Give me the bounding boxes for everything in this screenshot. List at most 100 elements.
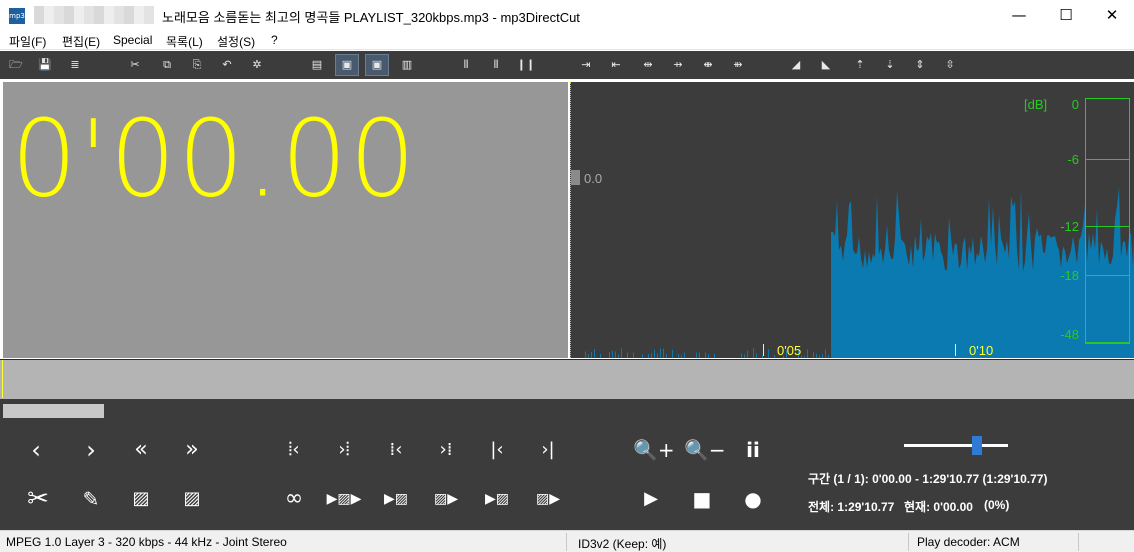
nudge-left-icon[interactable]: ‹	[18, 435, 54, 465]
pencil-icon[interactable]: ✎	[73, 484, 109, 514]
save-icon[interactable]: 💾	[34, 55, 56, 75]
status-divider	[908, 533, 909, 551]
undo-icon[interactable]: ↶	[216, 55, 238, 75]
play-icon[interactable]: ▶	[633, 484, 669, 514]
waveform-sample	[588, 354, 589, 358]
menu-settings[interactable]: 설정(S)	[217, 33, 255, 50]
select-start-right-icon[interactable]: ›⦙	[326, 435, 362, 465]
pause-marker-icon[interactable]: ❙❙	[515, 55, 537, 75]
minimize-button[interactable]: —	[996, 0, 1042, 30]
go-start-icon[interactable]: |‹	[479, 435, 515, 465]
maximize-button[interactable]: ☐	[1043, 0, 1089, 30]
timeline-caret[interactable]	[2, 360, 3, 398]
volume-down-icon[interactable]: ⇣	[879, 55, 901, 75]
menu-help[interactable]: ?	[271, 33, 278, 47]
decoder-info: Play decoder: ACM	[917, 535, 1020, 549]
stop-icon[interactable]: ■	[684, 484, 720, 514]
play-to-marker-icon[interactable]: ▶▨	[378, 484, 414, 514]
marker-jump-icon[interactable]: ⇸	[667, 55, 689, 75]
cut-icon[interactable]: ✂	[124, 55, 146, 75]
copy-icon[interactable]: ⧉	[156, 55, 178, 75]
menu-edit[interactable]: 편집(E)	[62, 33, 100, 50]
zoom-in-icon[interactable]: 🔍+	[633, 435, 675, 465]
menu-special[interactable]: Special	[113, 33, 152, 47]
open-folder-icon[interactable]: 🗁	[5, 55, 27, 75]
normalize-icon[interactable]: ⇕	[909, 55, 931, 75]
play-selection-icon[interactable]: ▶▨▶	[326, 484, 362, 514]
select-end-right-icon[interactable]: ›⁞	[428, 435, 464, 465]
page-icon[interactable]: ▤	[306, 55, 328, 75]
play-from-marker-icon[interactable]: ▨▶	[428, 484, 464, 514]
waveform-sample	[744, 354, 745, 358]
save-list-icon[interactable]: ≣	[64, 55, 86, 75]
waveform-sample	[822, 354, 823, 358]
split-all-icon[interactable]: ⦀	[455, 55, 477, 75]
marker-prev-icon[interactable]: ⇥	[575, 55, 597, 75]
level-label: 0.0	[584, 171, 603, 186]
waveform-sample	[747, 350, 748, 358]
waveform-sample	[774, 354, 775, 358]
rewind-icon[interactable]: «	[123, 435, 159, 465]
waveform-sample	[807, 349, 808, 358]
blurred-path	[34, 6, 154, 24]
close-button[interactable]: ✕	[1089, 0, 1134, 30]
time-display-panel: 0'00.00	[3, 82, 568, 358]
play-after-icon[interactable]: ▨▶	[530, 484, 566, 514]
settings-gear-icon[interactable]: ✲	[246, 55, 268, 75]
horizontal-scroll-thumb[interactable]	[3, 404, 104, 418]
waveform-sample	[609, 352, 610, 358]
crossfade-icon[interactable]: ⇳	[939, 55, 961, 75]
page-lines-icon[interactable]: ▥	[396, 55, 418, 75]
fade-out-icon[interactable]: ◣	[815, 55, 837, 75]
select-end-left-icon[interactable]: ⁞‹	[378, 435, 414, 465]
selection-hatch-alt-icon[interactable]: ▨	[174, 484, 210, 514]
paste-icon[interactable]: ⎘	[186, 55, 208, 75]
play-end-icon[interactable]: ▶▨	[479, 484, 515, 514]
marker-set-icon[interactable]: ⇹	[637, 55, 659, 75]
volume-slider-thumb[interactable]	[972, 436, 982, 455]
go-end-icon[interactable]: ›|	[530, 435, 566, 465]
status-divider	[566, 533, 567, 551]
level-marker[interactable]	[571, 170, 580, 185]
page-one-icon[interactable]: ▣	[335, 54, 359, 76]
waveform-sample	[600, 353, 601, 358]
selection-range-text: 구간 (1 / 1): 0'00.00 - 1:29'10.77 (1:29'1…	[808, 472, 1048, 486]
window-title: 노래모음 소름돋는 최고의 명곡들 PLAYLIST_320kbps.mp3 -…	[162, 10, 580, 25]
menu-file[interactable]: 파일(F)	[9, 33, 46, 50]
waveform-sample	[594, 348, 595, 358]
db-scale-label: -6	[1067, 152, 1079, 167]
tag-info: ID3v2 (Keep: 예)	[578, 537, 667, 551]
volume-up-icon[interactable]: ⇡	[849, 55, 871, 75]
waveform-panel[interactable]: 0.0 0'05 0'10 [dB] 0 -6 -12 -18 -48	[570, 82, 1134, 358]
marker-next-icon[interactable]: ⇤	[605, 55, 627, 75]
meter-gridline	[1086, 342, 1129, 343]
fade-in-icon[interactable]: ◢	[785, 55, 807, 75]
db-scale-label: -48	[1060, 327, 1079, 342]
waveform-sample	[804, 355, 805, 358]
loop-icon[interactable]: ∞	[276, 484, 312, 514]
time-tick	[763, 344, 764, 356]
time-tick	[955, 344, 956, 356]
selection-hatch-icon[interactable]: ▨	[123, 484, 159, 514]
page-two-icon[interactable]: ▣	[365, 54, 389, 76]
meter-gridline	[1086, 226, 1129, 227]
time-tick-label: 0'05	[777, 343, 802, 358]
info-bars-icon[interactable]: ı̇ı̇	[735, 435, 771, 465]
timeline-bar[interactable]	[0, 359, 1134, 399]
nudge-right-icon[interactable]: ›	[73, 435, 109, 465]
app-icon: mp3	[9, 8, 25, 24]
fast-forward-icon[interactable]: »	[174, 435, 210, 465]
split-icon[interactable]: ⫴	[485, 55, 507, 75]
record-icon[interactable]: ●	[735, 484, 771, 514]
waveform-sample	[705, 352, 706, 358]
cut-icon[interactable]: ✂	[20, 484, 56, 514]
marker-pair-icon[interactable]: ⇼	[697, 55, 719, 75]
volume-slider-track[interactable]	[904, 444, 1008, 447]
zoom-out-icon[interactable]: 🔍−	[684, 435, 726, 465]
menu-list[interactable]: 목록(L)	[166, 33, 203, 50]
marker-pair-end-icon[interactable]: ⇻	[727, 55, 749, 75]
select-start-left-icon[interactable]: ⦙‹	[276, 435, 312, 465]
waveform-sample	[816, 353, 817, 358]
current-position-text: 현재: 0'00.00	[904, 500, 973, 514]
db-scale-label: 0	[1071, 97, 1079, 112]
